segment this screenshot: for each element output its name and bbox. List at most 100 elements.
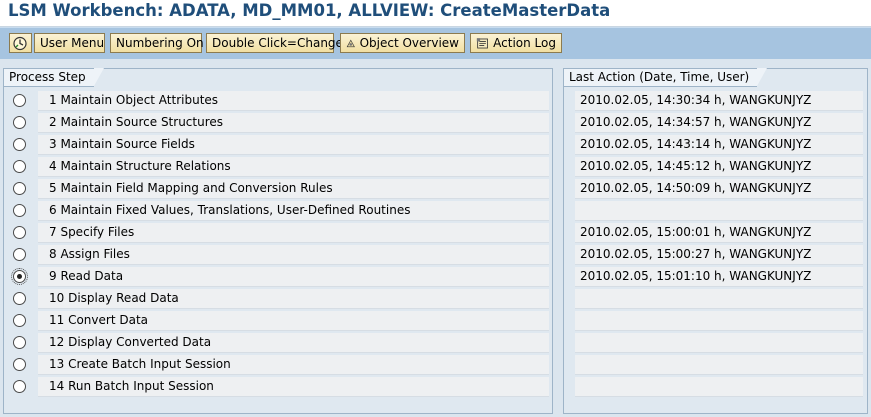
user-menu-button[interactable]: User Menu xyxy=(34,33,105,53)
process-step-row[interactable]: 2 Maintain Source Structures xyxy=(4,112,552,134)
step-cell[interactable]: 11 Convert Data xyxy=(38,311,549,331)
step-radio-button[interactable] xyxy=(13,160,26,173)
step-cell[interactable]: 13 Create Batch Input Session xyxy=(38,355,549,375)
step-radio-button[interactable] xyxy=(13,314,26,327)
process-step-row[interactable]: 14 Run Batch Input Session xyxy=(4,376,552,398)
last-action-cell: 2010.02.05, 15:01:10 h, WANGKUNJYZ xyxy=(575,267,863,287)
process-step-row[interactable]: 4 Maintain Structure Relations xyxy=(4,156,552,178)
last-action-value: 2010.02.05, 14:45:12 h, WANGKUNJYZ xyxy=(580,159,812,173)
window-title: LSM Workbench: ADATA, MD_MM01, ALLVIEW: … xyxy=(8,1,611,20)
last-action-row: 2010.02.05, 14:45:12 h, WANGKUNJYZ xyxy=(564,156,867,178)
step-radio-button[interactable] xyxy=(13,138,26,151)
last-action-cell: 2010.02.05, 14:30:34 h, WANGKUNJYZ xyxy=(575,91,863,111)
step-label: 12 Display Converted Data xyxy=(49,335,212,349)
step-cell[interactable]: 9 Read Data xyxy=(38,267,549,287)
process-step-list: 1 Maintain Object Attributes 2 Maintain S… xyxy=(4,90,552,398)
process-step-row[interactable]: 6 Maintain Fixed Values, Translations, U… xyxy=(4,200,552,222)
step-cell[interactable]: 1 Maintain Object Attributes xyxy=(38,91,549,111)
step-cell[interactable]: 12 Display Converted Data xyxy=(38,333,549,353)
last-action-row: 2010.02.05, 14:50:09 h, WANGKUNJYZ xyxy=(564,178,867,200)
action-log-label: Action Log xyxy=(493,36,556,50)
step-label: 13 Create Batch Input Session xyxy=(49,357,231,371)
object-overview-button[interactable]: Object Overview xyxy=(340,33,465,53)
step-radio-button[interactable] xyxy=(13,182,26,195)
double-click-change-label: Double Click=Change xyxy=(212,36,343,50)
last-action-cell: 2010.02.05, 14:45:12 h, WANGKUNJYZ xyxy=(575,157,863,177)
last-action-cell xyxy=(575,201,863,221)
last-action-cell xyxy=(575,377,863,397)
step-radio-button[interactable] xyxy=(13,94,26,107)
step-cell[interactable]: 2 Maintain Source Structures xyxy=(38,113,549,133)
process-step-row[interactable]: 12 Display Converted Data xyxy=(4,332,552,354)
step-cell[interactable]: 7 Specify Files xyxy=(38,223,549,243)
step-cell[interactable]: 14 Run Batch Input Session xyxy=(38,377,549,397)
last-action-cell xyxy=(575,333,863,353)
last-action-cell: 2010.02.05, 14:34:57 h, WANGKUNJYZ xyxy=(575,113,863,133)
last-action-row xyxy=(564,310,867,332)
last-action-value: 2010.02.05, 15:00:27 h, WANGKUNJYZ xyxy=(580,247,812,261)
last-action-row xyxy=(564,376,867,398)
step-radio-button[interactable] xyxy=(13,358,26,371)
process-step-row[interactable]: 10 Display Read Data xyxy=(4,288,552,310)
action-log-icon xyxy=(476,37,488,48)
process-step-row[interactable]: 1 Maintain Object Attributes xyxy=(4,90,552,112)
step-label: 14 Run Batch Input Session xyxy=(49,379,214,393)
numbering-on-label: Numbering On xyxy=(116,36,204,50)
step-radio-button[interactable] xyxy=(13,292,26,305)
last-action-row: 2010.02.05, 14:43:14 h, WANGKUNJYZ xyxy=(564,134,867,156)
last-action-row xyxy=(564,288,867,310)
step-cell[interactable]: 8 Assign Files xyxy=(38,245,549,265)
last-action-row: 2010.02.05, 15:01:10 h, WANGKUNJYZ xyxy=(564,266,867,288)
process-step-row[interactable]: 7 Specify Files xyxy=(4,222,552,244)
last-action-cell xyxy=(575,355,863,375)
last-action-cell: 2010.02.05, 14:50:09 h, WANGKUNJYZ xyxy=(575,179,863,199)
last-action-panel: Last Action (Date, Time, User) 2010.02.0… xyxy=(563,68,868,414)
execute-button[interactable] xyxy=(9,33,32,53)
last-action-value: 2010.02.05, 15:00:01 h, WANGKUNJYZ xyxy=(580,225,812,239)
step-radio-button[interactable] xyxy=(11,268,28,285)
process-step-row[interactable]: 8 Assign Files xyxy=(4,244,552,266)
process-step-row[interactable]: 13 Create Batch Input Session xyxy=(4,354,552,376)
step-radio-button[interactable] xyxy=(13,204,26,217)
double-click-change-button[interactable]: Double Click=Change xyxy=(206,33,343,53)
last-action-row: 2010.02.05, 15:00:01 h, WANGKUNJYZ xyxy=(564,222,867,244)
last-action-row xyxy=(564,332,867,354)
process-step-row[interactable]: 9 Read Data xyxy=(4,266,552,288)
title-bar: LSM Workbench: ADATA, MD_MM01, ALLVIEW: … xyxy=(0,0,871,27)
process-step-row[interactable]: 5 Maintain Field Mapping and Conversion … xyxy=(4,178,552,200)
step-label: 1 Maintain Object Attributes xyxy=(49,93,219,107)
step-radio-button[interactable] xyxy=(13,226,26,239)
step-cell[interactable]: 6 Maintain Fixed Values, Translations, U… xyxy=(38,201,549,221)
last-action-row: 2010.02.05, 14:30:34 h, WANGKUNJYZ xyxy=(564,90,867,112)
last-action-header: Last Action (Date, Time, User) xyxy=(563,68,768,87)
process-step-header: Process Step xyxy=(3,68,104,87)
step-radio-button[interactable] xyxy=(13,116,26,129)
last-action-cell xyxy=(575,289,863,309)
process-step-row[interactable]: 3 Maintain Source Fields xyxy=(4,134,552,156)
step-radio-button[interactable] xyxy=(13,248,26,261)
action-log-button[interactable]: Action Log xyxy=(470,33,562,53)
step-label: 3 Maintain Source Fields xyxy=(49,137,195,151)
step-label: 2 Maintain Source Structures xyxy=(49,115,224,129)
object-overview-icon xyxy=(346,39,355,47)
step-label: 9 Read Data xyxy=(49,269,124,283)
step-label: 6 Maintain Fixed Values, Translations, U… xyxy=(49,203,411,217)
step-label: 5 Maintain Field Mapping and Conversion … xyxy=(49,181,333,195)
numbering-on-button[interactable]: Numbering On xyxy=(110,33,204,53)
last-action-value: 2010.02.05, 15:01:10 h, WANGKUNJYZ xyxy=(580,269,812,283)
step-cell[interactable]: 3 Maintain Source Fields xyxy=(38,135,549,155)
step-cell[interactable]: 5 Maintain Field Mapping and Conversion … xyxy=(38,179,549,199)
last-action-row xyxy=(564,354,867,376)
last-action-list: 2010.02.05, 14:30:34 h, WANGKUNJYZ 2010.0… xyxy=(564,90,867,398)
process-step-panel: Process Step 1 Maintain Object Attribute… xyxy=(3,68,553,414)
last-action-cell xyxy=(575,311,863,331)
step-radio-button[interactable] xyxy=(13,380,26,393)
step-radio-button[interactable] xyxy=(13,336,26,349)
step-cell[interactable]: 10 Display Read Data xyxy=(38,289,549,309)
step-cell[interactable]: 4 Maintain Structure Relations xyxy=(38,157,549,177)
last-action-row xyxy=(564,200,867,222)
last-action-cell: 2010.02.05, 14:43:14 h, WANGKUNJYZ xyxy=(575,135,863,155)
object-overview-label: Object Overview xyxy=(359,36,459,50)
step-label: 7 Specify Files xyxy=(49,225,135,239)
process-step-row[interactable]: 11 Convert Data xyxy=(4,310,552,332)
